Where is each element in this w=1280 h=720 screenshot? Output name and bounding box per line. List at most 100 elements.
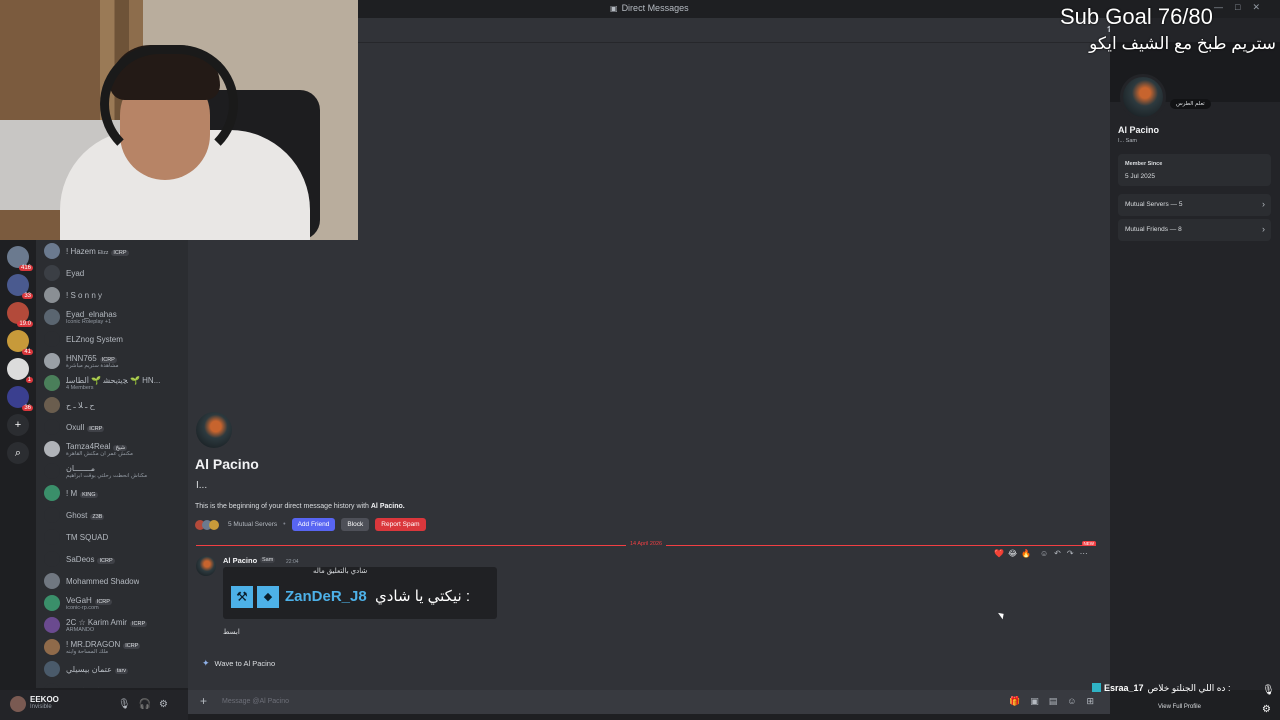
- dm-list-item[interactable]: ح ـ ﻼ ـ ح: [36, 394, 188, 416]
- dm-tag: ICRP: [97, 557, 115, 564]
- dm-name: عتمان بيسيلي tarv: [66, 665, 129, 674]
- new-badge: NEW: [1081, 541, 1096, 546]
- recipient-avatar[interactable]: [196, 412, 232, 448]
- message-actions[interactable]: ☺↶↷⋯: [1040, 549, 1094, 558]
- server-icon[interactable]: 416: [7, 246, 33, 271]
- discover-icon[interactable]: ⌕: [7, 442, 29, 464]
- wave-button[interactable]: ✦ Wave to Al Pacino: [196, 654, 281, 672]
- dm-text: ح ـ ﻼ ـ ح: [66, 401, 95, 410]
- message-avatar[interactable]: [196, 556, 216, 576]
- mention-badge: 33: [22, 293, 33, 299]
- chat-badge-icon: [1092, 683, 1101, 692]
- dm-list-item[interactable]: ! M KING: [36, 482, 188, 504]
- dm-list-item[interactable]: ! Hazem Elizz ICRP: [36, 240, 188, 262]
- dm-list-item[interactable]: Mohammed Shadow: [36, 570, 188, 592]
- server-rail: 416 33 19.0 41 1 36 + ⌕: [0, 240, 36, 692]
- dm-text: Eyad: [66, 269, 84, 278]
- dm-list-item[interactable]: ELZnog System: [36, 328, 188, 350]
- dm-name-text: HNN765: [66, 353, 97, 363]
- reaction-bar[interactable]: ❤️😂🔥: [994, 549, 1035, 558]
- voice-controls[interactable]: 🎙🎧⚙: [118, 699, 176, 710]
- profile-tag: Sam: [1125, 138, 1137, 144]
- dm-list-item[interactable]: VeGaH ICRP iconic-rp.com: [36, 592, 188, 614]
- dm-text: ! Hazem Elizz ICRP: [66, 247, 129, 256]
- dm-list-item[interactable]: ﭹﯾﺘﯾﺤﺸ 🌱 ﺃﻟﻄﺎﺳﻠ 🌱 HN... 4 Members: [36, 372, 188, 394]
- mouse-cursor: [998, 610, 1006, 620]
- dm-subtext: Iconic Roleplay +1: [66, 318, 112, 325]
- intro-prefix: This is the beginning of your direct mes…: [195, 503, 369, 510]
- avatar: [44, 573, 60, 589]
- avatar: [44, 265, 60, 281]
- dm-text: عتمان بيسيلي tarv: [66, 665, 129, 674]
- server-icon[interactable]: 19.0: [7, 302, 33, 327]
- dm-list-item[interactable]: TM SQUAD: [36, 526, 188, 548]
- avatar: [44, 595, 60, 611]
- server-icon[interactable]: 1: [7, 358, 33, 383]
- view-full-profile-link[interactable]: View Full Profile: [1158, 704, 1201, 710]
- dm-list-item[interactable]: Eyad: [36, 262, 188, 284]
- dm-list-item[interactable]: ! S o n n y: [36, 284, 188, 306]
- microphone-icon[interactable]: 🎙: [1262, 685, 1275, 696]
- server-icon[interactable]: 33: [7, 274, 33, 299]
- avatar: [44, 617, 60, 633]
- server-icon[interactable]: 41: [7, 330, 33, 355]
- dm-text: HNN765 ICRP مشاهدة ستريم مباشرة: [66, 354, 119, 369]
- dm-name: Eyad: [66, 269, 84, 278]
- report-spam-button[interactable]: Report Spam: [375, 518, 426, 531]
- block-button[interactable]: Block: [341, 518, 370, 531]
- profile-subline: I... Sam: [1118, 138, 1137, 144]
- message-author[interactable]: Al Pacino: [223, 556, 257, 565]
- dm-list-item[interactable]: Oxull ICRP: [36, 416, 188, 438]
- dm-list-item[interactable]: مراد ايكو الكتابيET: [36, 680, 188, 688]
- dm-name: TM SQUAD: [66, 533, 108, 542]
- stream-title-overlay: ستريم طبخ مع الشيف ايكو: [1089, 34, 1276, 53]
- stream-chat-ticker: Esraa_17 ده اللي الجنلتو خلاص :: [1092, 683, 1230, 694]
- mutual-servers-row[interactable]: Mutual Servers — 5 ›: [1118, 194, 1271, 216]
- dm-list-item[interactable]: Eyad_elnahas Iconic Roleplay +1: [36, 306, 188, 328]
- avatar: [44, 551, 60, 567]
- user-name: EEKOO: [30, 695, 59, 704]
- window-controls[interactable]: —□✕: [1214, 2, 1272, 13]
- user-status: Invisible: [30, 704, 52, 710]
- dm-name: VeGaH ICRP: [66, 596, 112, 605]
- dm-list-item[interactable]: Tamza4Real شيخ مكنش عمر ان مكنش القاهرة: [36, 438, 188, 460]
- dm-list-item[interactable]: ! MR.DRAGON ICRP ملك المساحة وابنه: [36, 636, 188, 658]
- dm-list-item[interactable]: SaDeos ICRP: [36, 548, 188, 570]
- dm-text: مراد ايكو الكتابيET: [66, 687, 135, 689]
- mention-badge: 1: [25, 377, 33, 383]
- mutual-friends-label: Mutual Friends — 8: [1125, 226, 1182, 233]
- settings-icon[interactable]: ⚙: [1262, 704, 1271, 715]
- profile-name: Al Pacino: [1118, 125, 1160, 135]
- server-icon[interactable]: 36: [7, 386, 33, 411]
- add-friend-button[interactable]: Add Friend: [291, 518, 336, 531]
- intro-name: Al Pacino.: [370, 503, 405, 510]
- avatar[interactable]: [10, 696, 26, 712]
- recipient-username: I...: [196, 480, 208, 491]
- dm-list-item[interactable]: مـــــــان مكناش انحطت رحلتي بوقت ابراهيم: [36, 460, 188, 482]
- mutual-servers-link[interactable]: 5 Mutual Servers: [228, 521, 277, 528]
- dm-tag: ICRP: [94, 598, 112, 605]
- add-server-icon[interactable]: +: [7, 414, 29, 436]
- profile-status-bubble: تعلم الطرس: [1170, 99, 1211, 109]
- message-image[interactable]: شادي بالتعليق ماله ⚒ ◆ ZanDeR_J8 نيكتي ي…: [223, 567, 497, 619]
- member-since-value: 5 Jul 2025: [1125, 173, 1155, 180]
- message-input[interactable]: Message @Al Pacino: [222, 698, 289, 705]
- dm-name-text: SaDeos: [66, 554, 95, 564]
- dm-list-item[interactable]: HNN765 ICRP مشاهدة ستريم مباشرة: [36, 350, 188, 372]
- dm-name-text: 2C ☆ Karim Amir: [66, 617, 127, 627]
- dm-name: Mohammed Shadow: [66, 577, 139, 586]
- dm-name-text: VeGaH: [66, 595, 92, 605]
- attach-icon[interactable]: +: [200, 694, 207, 708]
- dm-subtext: مشاهدة ستريم مباشرة: [66, 362, 119, 369]
- message-tag: Sam: [260, 557, 276, 563]
- composer-icons[interactable]: 🎁▣▤☺⊞: [1009, 696, 1104, 707]
- dm-name-text: ح ـ ﻼ ـ ح: [66, 400, 95, 410]
- dm-name-text: Eyad_elnahas: [66, 309, 117, 319]
- mutual-friends-row[interactable]: Mutual Friends — 8 ›: [1118, 219, 1271, 241]
- dm-tag: Z3B: [90, 513, 105, 520]
- dm-subtext: مكنش عمر ان مكنش القاهرة: [66, 450, 133, 457]
- dm-list-item[interactable]: عتمان بيسيلي tarv: [36, 658, 188, 680]
- dm-list-item[interactable]: Ghost Z3B: [36, 504, 188, 526]
- dm-list-item[interactable]: 2C ☆ Karim Amir ICRP ARMANDO: [36, 614, 188, 636]
- profile-avatar[interactable]: [1120, 74, 1166, 120]
